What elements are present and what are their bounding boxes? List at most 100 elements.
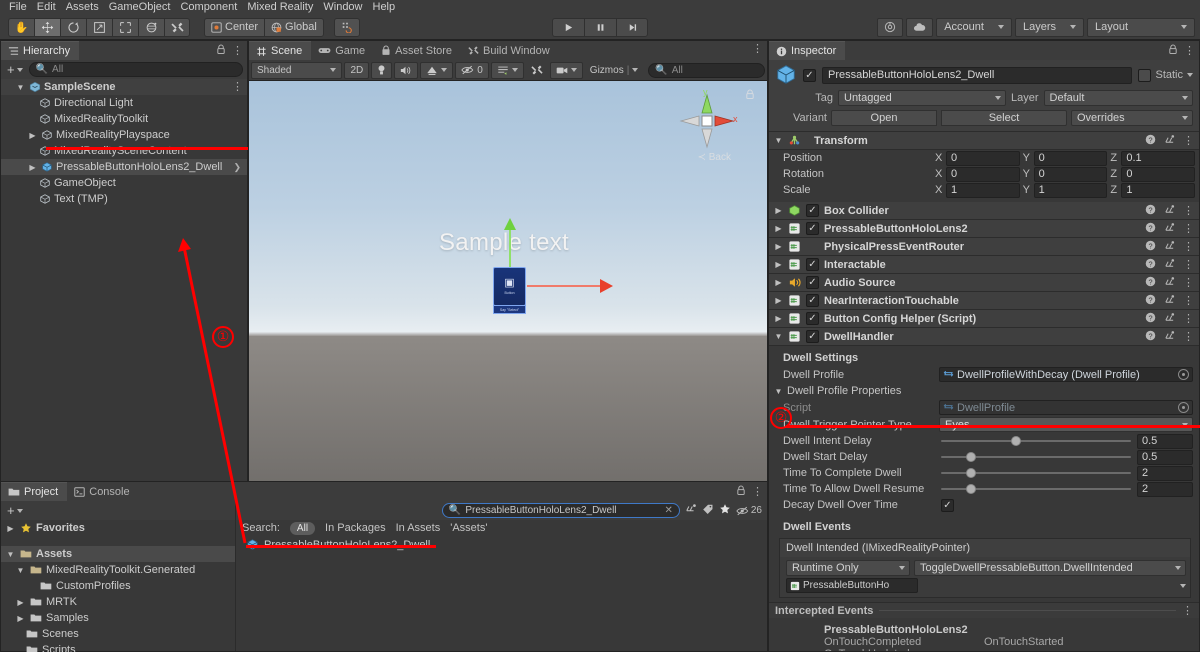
component-menu-icon[interactable]: ⋮ [1183,295,1194,306]
static-toggle[interactable]: Static [1138,68,1193,82]
scene-tools-button[interactable] [526,62,548,79]
gizmo-y-axis-handle[interactable] [504,218,516,271]
chevron-down-icon[interactable]: ▼ [774,136,783,145]
project-tree-item-mrtk[interactable]: ▶ MRTK [1,594,235,610]
component-enabled-checkbox[interactable]: ✓ [806,258,819,271]
project-tree-item-customprofiles[interactable]: CustomProfiles [1,578,235,594]
tab-asset-store[interactable]: Asset Store [374,41,461,60]
help-icon[interactable]: ? [1145,276,1156,290]
component-header-audio-source[interactable]: ▶ ✓ Audio Source ? ⋮ [769,274,1199,292]
2d-toggle-button[interactable]: 2D [344,61,370,79]
menu-item-gameobject[interactable]: GameObject [104,0,176,15]
tag-dropdown[interactable]: Untagged [838,90,1006,106]
component-enabled-checkbox[interactable]: ✓ [806,276,819,289]
scale-tool-button[interactable] [86,17,112,37]
static-checkbox[interactable] [1138,68,1152,82]
tab-hierarchy[interactable]: Hierarchy [1,41,80,60]
search-by-label-icon[interactable] [702,503,714,518]
chevron-down-icon[interactable]: ▼ [774,387,783,396]
layout-button[interactable]: Layout [1087,17,1195,37]
event-function-dropdown[interactable]: ToggleDwellPressableButton.DwellIntended [914,560,1186,576]
gizmos-dropdown[interactable]: Gizmos | [585,62,644,79]
component-header-interactable[interactable]: ▶ ✓ Interactable ? ⋮ [769,256,1199,274]
hierarchy-item-text-tmp[interactable]: Text (TMP) [1,191,247,207]
component-header-physicalpresseventrouter[interactable]: ▶ PhysicalPressEventRouter ? ⋮ [769,238,1199,256]
chevron-right-icon[interactable]: ▶ [15,614,26,623]
dwellhandler-enabled-checkbox[interactable]: ✓ [806,330,819,343]
scale-y-field[interactable]: 1 [1033,182,1108,198]
fx-toggle-button[interactable] [420,61,454,79]
chevron-right-icon[interactable]: ❯ [233,162,241,173]
chevron-right-icon[interactable]: ▶ [774,224,783,233]
hierarchy-item-directional-light[interactable]: Directional Light [1,95,247,111]
tab-inspector[interactable]: Inspector [769,41,846,60]
preset-icon[interactable] [1164,294,1175,308]
project-tree-item-scripts[interactable]: Scripts [1,642,235,652]
hidden-packages-indicator[interactable]: 26 [736,505,762,516]
preset-icon[interactable] [1164,134,1175,148]
preset-icon[interactable] [1164,330,1175,344]
rotation-z-field[interactable]: 0 [1121,166,1196,182]
dwell-profile-field[interactable]: DwellProfileWithDecay (Dwell Profile) [939,367,1193,382]
rotation-x-field[interactable]: 0 [946,166,1020,182]
move-tool-button[interactable] [34,17,60,37]
filter-all[interactable]: All [289,521,316,535]
dwell-intent-delay-field[interactable]: 0.5 [1137,433,1193,449]
component-menu-icon[interactable]: ⋮ [1183,277,1194,288]
scene-pressable-button-object[interactable]: ▣ Button Say "Select" [493,267,526,314]
play-button[interactable] [552,17,584,37]
hierarchy-search-input[interactable]: 🔍 All [28,62,243,77]
menu-item-window[interactable]: Window [318,0,367,15]
filter-in-assets[interactable]: In Assets [396,522,441,534]
dwell-start-delay-field[interactable]: 0.5 [1137,449,1193,465]
overrides-dropdown[interactable]: Overrides [1071,110,1193,126]
component-header-button-config-helper[interactable]: ▶ ✓ Button Config Helper (Script) ? ⋮ [769,310,1199,328]
component-enabled-checkbox[interactable]: ✓ [806,222,819,235]
chevron-right-icon[interactable]: ▶ [774,278,783,287]
time-to-complete-dwell-field[interactable]: 2 [1137,465,1193,481]
filter-in-packages[interactable]: In Packages [325,522,386,534]
scene-orientation-gizmo[interactable]: y x [675,87,739,153]
hierarchy-menu-icon[interactable]: ⋮ [232,46,243,57]
clear-search-icon[interactable]: ✕ [664,505,672,516]
layers-button[interactable]: Layers [1014,17,1084,37]
component-header-nearinteractiontouchable[interactable]: ▶ ✓ NearInteractionTouchable ? ⋮ [769,292,1199,310]
search-by-type-icon[interactable] [685,503,697,518]
slider-knob[interactable] [1011,436,1022,446]
project-tree-item-scenes[interactable]: Scenes [1,626,235,642]
component-enabled-checkbox[interactable]: ✓ [806,294,819,307]
scene-visibility-button[interactable] [490,61,524,79]
grid-snap-button[interactable] [333,17,360,37]
chevron-right-icon[interactable]: ▶ [15,598,26,607]
dwell-profile-properties-foldout[interactable]: ▼ Dwell Profile Properties [769,383,1199,399]
chevron-right-icon[interactable]: ▶ [774,296,783,305]
layer-dropdown[interactable]: Default [1043,90,1193,106]
hand-tool-button[interactable]: ✋ [8,17,34,37]
chevron-down-icon[interactable]: ▼ [15,566,26,575]
component-header-transform[interactable]: ▼ Transform ? ⋮ [769,132,1199,150]
box-collider-enabled-checkbox[interactable]: ✓ [806,204,819,217]
intercepted-menu-icon[interactable]: ⋮ [1182,605,1193,616]
tab-project[interactable]: Project [1,482,68,501]
time-to-allow-dwell-resume-field[interactable]: 2 [1137,481,1193,497]
cloud-button[interactable] [906,17,934,37]
component-header-box-collider[interactable]: ▶ ✓ Box Collider ? ⋮ [769,202,1199,220]
gizmo-back-label[interactable]: ≺ Back [698,152,731,163]
hierarchy-add-button[interactable]: + [5,62,25,77]
help-icon[interactable]: ? [1145,330,1156,344]
lock-icon[interactable] [216,44,226,58]
gameobject-enabled-checkbox[interactable]: ✓ [803,68,816,82]
component-header-pressablebuttonhololens2[interactable]: ▶ ✓ PressableButtonHoloLens2 ? ⋮ [769,220,1199,238]
lock-icon[interactable] [736,485,746,499]
chevron-down-icon[interactable]: ▼ [15,83,26,92]
event-mode-dropdown[interactable]: Runtime Only [786,560,910,576]
position-z-field[interactable]: 0.1 [1121,150,1196,166]
gizmo-lock-icon[interactable] [745,89,755,103]
component-menu-icon[interactable]: ⋮ [1183,313,1194,324]
custom-tool-button[interactable] [164,17,190,37]
tab-scene[interactable]: Scene [249,41,312,60]
filter-assets-folder[interactable]: 'Assets' [450,522,487,534]
chevron-down-icon[interactable] [1180,583,1186,588]
project-tree-item-assets[interactable]: ▼ Assets [1,546,235,562]
menu-item-assets[interactable]: Assets [61,0,104,15]
